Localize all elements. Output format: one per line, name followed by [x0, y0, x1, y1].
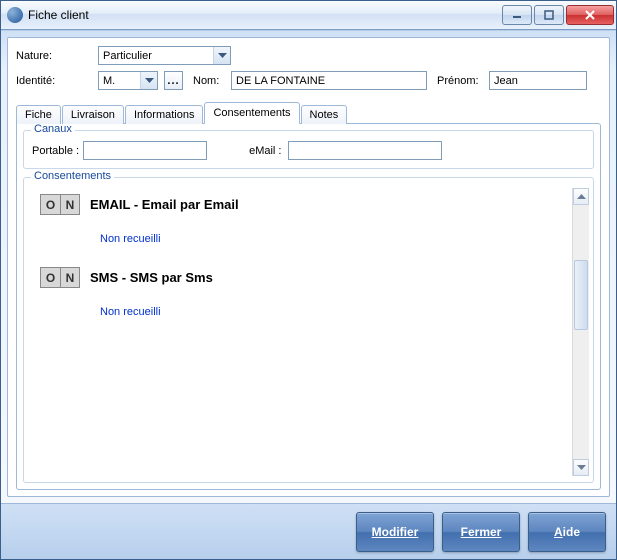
chevron-down-icon[interactable]	[213, 47, 230, 64]
identite-combo[interactable]: M.	[98, 71, 158, 90]
chevron-down-icon[interactable]	[140, 72, 157, 89]
nom-label: Nom:	[193, 75, 227, 87]
content-panel: Nature: Particulier Identité: M.	[7, 37, 610, 497]
row-identite: Identité: M. ... Nom: Prénom:	[16, 71, 601, 90]
tab-consentements[interactable]: Consentements	[204, 102, 299, 124]
maximize-button[interactable]	[534, 5, 564, 25]
close-button[interactable]	[566, 5, 614, 25]
row-nature: Nature: Particulier	[16, 46, 601, 65]
nom-input[interactable]	[231, 71, 427, 90]
consent-status: Non recueilli	[100, 306, 568, 318]
consentements-legend: Consentements	[31, 170, 114, 182]
group-canaux: Canaux Portable : eMail :	[23, 130, 594, 169]
window: Fiche client Nature: Particulier	[0, 0, 617, 560]
prenom-input[interactable]	[489, 71, 587, 90]
tab-livraison[interactable]: Livraison	[62, 105, 124, 124]
tab-informations[interactable]: Informations	[125, 105, 204, 124]
scroll-up-button[interactable]	[573, 188, 589, 205]
consent-status: Non recueilli	[100, 233, 568, 245]
prenom-label: Prénom:	[437, 75, 485, 87]
toggle-oui[interactable]: O	[41, 268, 60, 287]
toggle-non[interactable]: N	[60, 195, 79, 214]
consent-toggle[interactable]: O N	[40, 194, 80, 215]
email-label: eMail :	[249, 145, 281, 157]
nature-value: Particulier	[99, 50, 213, 62]
canaux-legend: Canaux	[31, 123, 75, 135]
identite-value: M.	[99, 75, 140, 87]
button-bar: Modifier Fermer Aide	[1, 503, 616, 559]
identite-label: Identité:	[16, 75, 94, 87]
consent-title: EMAIL - Email par Email	[90, 197, 239, 212]
scroll-track[interactable]	[573, 205, 589, 459]
nature-label: Nature:	[16, 50, 94, 62]
nature-combo[interactable]: Particulier	[98, 46, 231, 65]
tab-panel-consentements: Canaux Portable : eMail : Consentements	[16, 123, 601, 490]
group-consentements: Consentements O N EMAIL - Ema	[23, 177, 594, 483]
consent-item: O N EMAIL - Email par Email Non recueill…	[40, 194, 568, 245]
aide-button[interactable]: Aide	[528, 512, 606, 552]
toggle-non[interactable]: N	[60, 268, 79, 287]
tabs: Fiche Livraison Informations Consentemen…	[16, 102, 601, 123]
consent-list: O N EMAIL - Email par Email Non recueill…	[32, 188, 572, 476]
consent-title: SMS - SMS par Sms	[90, 270, 213, 285]
client-area: Nature: Particulier Identité: M.	[1, 30, 616, 503]
consent-toggle[interactable]: O N	[40, 267, 80, 288]
scroll-down-button[interactable]	[573, 459, 589, 476]
email-input[interactable]	[288, 141, 442, 160]
minimize-button[interactable]	[502, 5, 532, 25]
identite-browse-button[interactable]: ...	[164, 71, 183, 90]
window-controls	[500, 5, 614, 25]
fermer-button[interactable]: Fermer	[442, 512, 520, 552]
portable-label: Portable :	[32, 145, 79, 157]
titlebar[interactable]: Fiche client	[1, 1, 616, 30]
tab-fiche[interactable]: Fiche	[16, 105, 61, 124]
app-icon	[7, 7, 23, 23]
modifier-button[interactable]: Modifier	[356, 512, 434, 552]
ellipsis-icon: ...	[167, 75, 179, 87]
tab-notes[interactable]: Notes	[301, 105, 348, 124]
window-title: Fiche client	[28, 8, 89, 22]
portable-input[interactable]	[83, 141, 207, 160]
scrollbar[interactable]	[572, 188, 589, 476]
consent-item: O N SMS - SMS par Sms Non recueilli	[40, 267, 568, 318]
toggle-oui[interactable]: O	[41, 195, 60, 214]
scroll-thumb[interactable]	[574, 260, 588, 330]
